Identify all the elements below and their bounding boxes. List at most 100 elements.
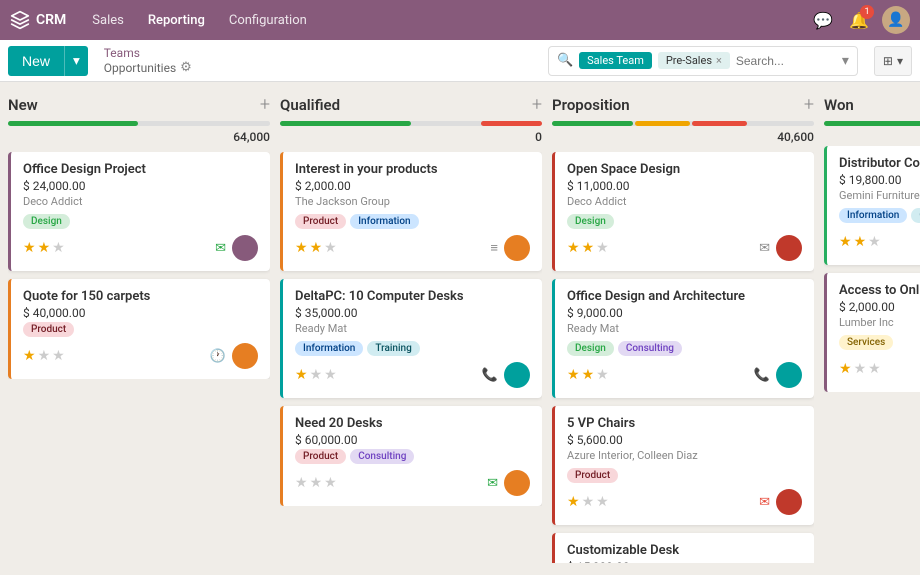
logo[interactable]: CRM bbox=[10, 10, 66, 30]
card-tag[interactable]: Information bbox=[350, 214, 418, 229]
star-empty[interactable]: ★ bbox=[596, 240, 609, 256]
card-avatar[interactable] bbox=[504, 235, 530, 261]
envelope-icon[interactable]: ✉ bbox=[215, 241, 226, 256]
chat-icon-btn[interactable]: 💬 bbox=[810, 7, 836, 33]
envelope-icon[interactable]: ✉ bbox=[759, 241, 770, 256]
card-avatar[interactable] bbox=[776, 235, 802, 261]
card-avatar[interactable] bbox=[776, 489, 802, 515]
star-empty[interactable]: ★ bbox=[324, 240, 337, 256]
col-add-new[interactable]: + bbox=[260, 94, 270, 115]
star-empty[interactable]: ★ bbox=[324, 367, 337, 383]
card-stars[interactable]: ★★★ bbox=[295, 240, 337, 256]
card-tag[interactable]: Product bbox=[295, 449, 346, 464]
card-tag[interactable]: Information bbox=[295, 341, 363, 356]
kanban-card[interactable]: Interest in your products $ 2,000.00 The… bbox=[280, 152, 542, 271]
star-filled[interactable]: ★ bbox=[38, 240, 51, 256]
nav-sales[interactable]: Sales bbox=[82, 7, 134, 34]
nav-configuration[interactable]: Configuration bbox=[219, 7, 317, 34]
breadcrumb-parent[interactable]: Teams bbox=[104, 46, 192, 60]
settings-gear-icon[interactable]: ⚙ bbox=[180, 60, 192, 75]
star-filled[interactable]: ★ bbox=[567, 240, 580, 256]
card-tag[interactable]: Design bbox=[567, 341, 614, 356]
kanban-card[interactable]: Customizable Desk $ 15,000.00 Azure Inte… bbox=[552, 533, 814, 563]
star-empty[interactable]: ★ bbox=[854, 361, 867, 377]
star-filled[interactable]: ★ bbox=[567, 367, 580, 383]
card-avatar[interactable] bbox=[776, 362, 802, 388]
remove-presales-tag-icon[interactable]: × bbox=[716, 54, 722, 67]
card-tag[interactable]: Design bbox=[567, 214, 614, 229]
kanban-card[interactable]: Office Design and Architecture $ 9,000.0… bbox=[552, 279, 814, 398]
kanban-card[interactable]: Quote for 150 carpets $ 40,000.00 Produc… bbox=[8, 279, 270, 379]
star-empty[interactable]: ★ bbox=[324, 475, 337, 491]
card-tag[interactable]: Product bbox=[23, 322, 74, 337]
star-filled[interactable]: ★ bbox=[582, 367, 595, 383]
star-filled[interactable]: ★ bbox=[854, 234, 867, 250]
star-empty[interactable]: ★ bbox=[582, 494, 595, 510]
card-tag[interactable]: Consulting bbox=[350, 449, 414, 464]
card-stars[interactable]: ★★★ bbox=[23, 348, 65, 364]
star-filled[interactable]: ★ bbox=[839, 361, 852, 377]
card-stars[interactable]: ★★★ bbox=[23, 240, 65, 256]
nav-reporting[interactable]: Reporting bbox=[138, 7, 215, 34]
card-stars[interactable]: ★★★ bbox=[295, 475, 337, 491]
new-dropdown-button[interactable]: ▾ bbox=[64, 46, 88, 76]
kanban-card[interactable]: Open Space Design $ 11,000.00 Deco Addic… bbox=[552, 152, 814, 271]
col-add-proposition[interactable]: + bbox=[804, 94, 814, 115]
search-tag-salesteam[interactable]: Sales Team bbox=[579, 52, 652, 69]
card-stars[interactable]: ★★★ bbox=[839, 234, 881, 250]
bell-icon-btn[interactable]: 🔔 1 bbox=[846, 7, 872, 33]
envelope-icon[interactable]: ✉ bbox=[759, 495, 770, 510]
card-tag[interactable]: Information bbox=[839, 208, 907, 223]
star-empty[interactable]: ★ bbox=[295, 475, 308, 491]
star-filled[interactable]: ★ bbox=[310, 240, 323, 256]
search-input[interactable] bbox=[736, 54, 836, 68]
user-avatar[interactable]: 👤 bbox=[882, 6, 910, 34]
envelope-icon[interactable]: ✉ bbox=[487, 476, 498, 491]
star-empty[interactable]: ★ bbox=[868, 234, 881, 250]
card-stars[interactable]: ★★★ bbox=[295, 367, 337, 383]
phone-icon[interactable]: 📞 bbox=[482, 368, 498, 383]
star-empty[interactable]: ★ bbox=[596, 494, 609, 510]
clock-icon[interactable]: 🕐 bbox=[210, 349, 226, 364]
phone-icon[interactable]: 📞 bbox=[754, 368, 770, 383]
star-filled[interactable]: ★ bbox=[23, 240, 36, 256]
star-filled[interactable]: ★ bbox=[295, 367, 308, 383]
card-avatar[interactable] bbox=[232, 235, 258, 261]
card-stars[interactable]: ★★★ bbox=[567, 240, 609, 256]
card-tag[interactable]: Design bbox=[23, 214, 70, 229]
kanban-card[interactable]: Office Design Project $ 24,000.00 Deco A… bbox=[8, 152, 270, 271]
kanban-card[interactable]: 5 VP Chairs $ 5,600.00 Azure Interior, C… bbox=[552, 406, 814, 525]
card-tag[interactable]: Other bbox=[911, 208, 920, 223]
star-filled[interactable]: ★ bbox=[839, 234, 852, 250]
star-empty[interactable]: ★ bbox=[52, 348, 65, 364]
card-stars[interactable]: ★★★ bbox=[839, 361, 881, 377]
star-filled[interactable]: ★ bbox=[567, 494, 580, 510]
star-filled[interactable]: ★ bbox=[582, 240, 595, 256]
card-avatar[interactable] bbox=[504, 362, 530, 388]
card-avatar[interactable] bbox=[232, 343, 258, 369]
kanban-card[interactable]: Access to Online C... $ 2,000.00 Lumber … bbox=[824, 273, 920, 392]
card-stars[interactable]: ★★★ bbox=[567, 367, 609, 383]
card-tag[interactable]: Consulting bbox=[618, 341, 682, 356]
star-empty[interactable]: ★ bbox=[868, 361, 881, 377]
star-empty[interactable]: ★ bbox=[310, 367, 323, 383]
card-tag[interactable]: Product bbox=[295, 214, 346, 229]
star-empty[interactable]: ★ bbox=[310, 475, 323, 491]
search-dropdown-icon[interactable]: ▾ bbox=[842, 53, 849, 69]
new-button[interactable]: New bbox=[8, 46, 64, 76]
star-filled[interactable]: ★ bbox=[295, 240, 308, 256]
card-tag[interactable]: Product bbox=[567, 468, 618, 483]
kanban-card[interactable]: Need 20 Desks $ 60,000.00 ProductConsult… bbox=[280, 406, 542, 506]
table-icon[interactable]: ≡ bbox=[490, 240, 498, 256]
col-add-qualified[interactable]: + bbox=[532, 94, 542, 115]
star-filled[interactable]: ★ bbox=[23, 348, 36, 364]
star-empty[interactable]: ★ bbox=[596, 367, 609, 383]
kanban-card[interactable]: DeltaPC: 10 Computer Desks $ 35,000.00 R… bbox=[280, 279, 542, 398]
card-avatar[interactable] bbox=[504, 470, 530, 496]
card-tag[interactable]: Training bbox=[367, 341, 419, 356]
card-tag[interactable]: Services bbox=[839, 335, 893, 350]
card-stars[interactable]: ★★★ bbox=[567, 494, 609, 510]
kanban-card[interactable]: Distributor Contra... $ 19,800.00 Gemini… bbox=[824, 146, 920, 265]
view-toggle-button[interactable]: ⊞ ▾ bbox=[874, 46, 912, 76]
star-empty[interactable]: ★ bbox=[38, 348, 51, 364]
